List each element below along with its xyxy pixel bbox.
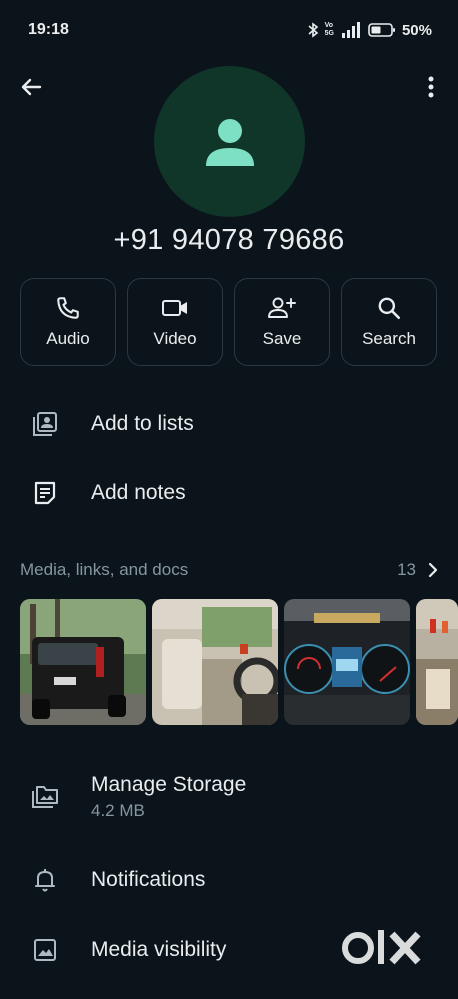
contact-phone-number: +91 94078 79686 (113, 224, 345, 256)
audio-label: Audio (46, 329, 90, 348)
contact-list-icon (20, 410, 70, 438)
more-options-button[interactable] (414, 70, 448, 104)
media-section-header[interactable]: Media, links, and docs 13 (20, 560, 438, 580)
signal-icon (340, 22, 362, 38)
status-bar: 19:18 Vo 5G 50% (0, 0, 458, 60)
back-button[interactable] (14, 70, 48, 104)
save-label: Save (262, 329, 302, 348)
audio-call-button[interactable]: Audio (20, 278, 116, 366)
search-label: Search (362, 329, 416, 348)
add-notes-row[interactable]: Add notes (0, 471, 458, 515)
status-time: 19:18 (28, 21, 69, 38)
media-visibility-label: Media visibility (91, 938, 227, 961)
notifications-label: Notifications (91, 868, 206, 891)
image-icon (20, 938, 70, 962)
chevron-right-icon (428, 562, 438, 578)
save-contact-button[interactable]: Save (234, 278, 330, 366)
phone-icon (57, 297, 79, 319)
battery-percent: 50% (401, 21, 432, 39)
olx-watermark-logo (340, 924, 430, 974)
video-label: Video (153, 329, 197, 348)
person-icon (205, 118, 254, 166)
media-thumbnail-dashboard[interactable] (284, 599, 410, 725)
avatar[interactable] (154, 66, 305, 217)
storage-size: 4.2 MB (91, 801, 145, 820)
more-vertical-icon (428, 76, 434, 98)
battery-icon (368, 22, 396, 38)
media-count[interactable]: 13 (397, 560, 438, 580)
search-button[interactable]: Search (341, 278, 437, 366)
arrow-left-icon (21, 78, 42, 96)
media-thumbnail-suv-rear[interactable] (20, 599, 146, 725)
add-person-icon (268, 297, 296, 318)
bell-icon (20, 867, 70, 893)
media-title: Media, links, and docs (20, 560, 189, 579)
notifications-row[interactable]: Notifications (0, 858, 458, 902)
storage-folder-icon (20, 783, 70, 811)
manage-storage-label: Manage Storage (91, 773, 247, 796)
action-buttons: Audio Video Save Search (20, 278, 437, 366)
manage-storage-text: Manage Storage 4.2 MB (91, 773, 246, 821)
volte-icon: Vo 5G (324, 22, 334, 37)
media-thumbnail-partial[interactable] (416, 599, 458, 725)
add-to-lists-label: Add to lists (91, 412, 194, 435)
add-notes-label: Add notes (91, 481, 186, 504)
media-thumbnail-interior[interactable] (152, 599, 278, 725)
bluetooth-icon (307, 22, 319, 38)
notes-icon (20, 480, 70, 506)
video-call-button[interactable]: Video (127, 278, 223, 366)
manage-storage-row[interactable]: Manage Storage 4.2 MB (0, 770, 458, 824)
media-count-value: 13 (397, 560, 416, 579)
video-icon (162, 300, 187, 316)
media-thumbnails (20, 599, 458, 725)
add-to-lists-row[interactable]: Add to lists (0, 402, 458, 446)
search-icon (378, 297, 401, 320)
status-icons: Vo 5G 50% (307, 22, 432, 39)
